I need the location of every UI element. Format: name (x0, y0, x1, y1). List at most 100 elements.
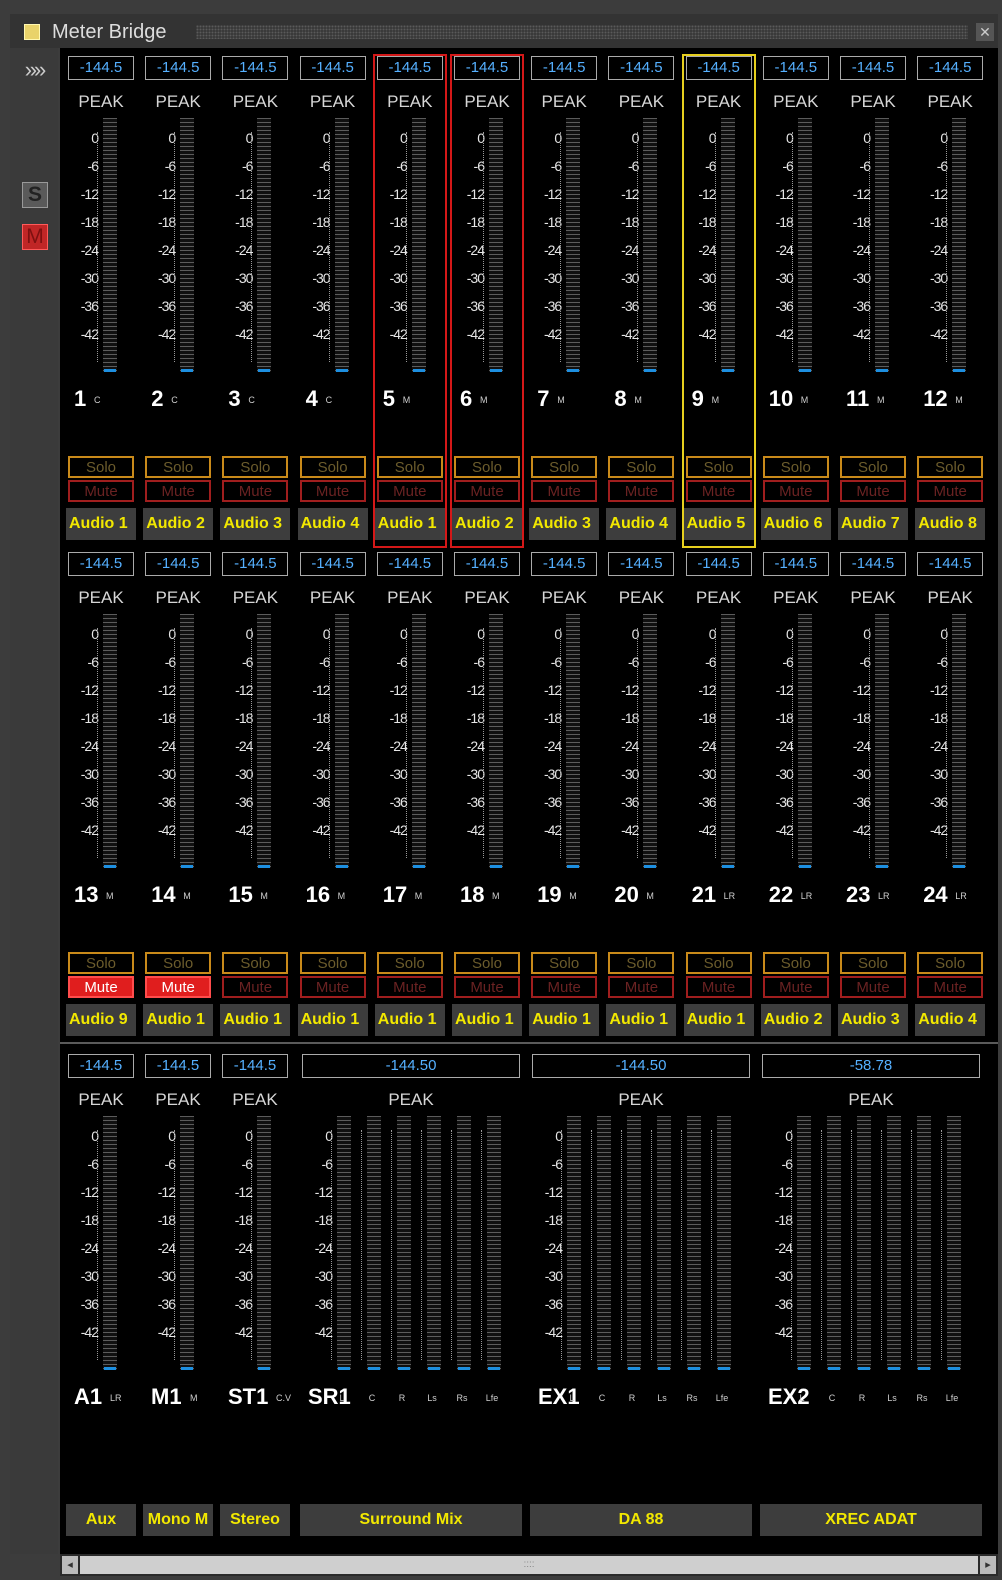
solo-button[interactable]: Solo (608, 952, 675, 974)
peak-value[interactable]: -144.5 (531, 552, 598, 576)
mute-button[interactable]: Mute (917, 480, 984, 502)
mute-button[interactable]: Mute (145, 480, 212, 502)
peak-value[interactable]: -144.5 (840, 552, 906, 576)
peak-value[interactable]: -144.5 (454, 552, 520, 576)
mute-button[interactable]: Mute (376, 480, 443, 502)
channel-name[interactable]: Audio 1 (220, 1004, 291, 1036)
mute-button[interactable]: Mute (531, 976, 598, 998)
horizontal-scrollbar[interactable]: ◂ :::: ▸ (60, 1554, 998, 1576)
channel-name[interactable]: Audio 4 (297, 508, 368, 540)
bus-name[interactable]: Stereo (220, 1504, 290, 1536)
mute-all-button[interactable]: M (22, 224, 48, 250)
solo-button[interactable]: Solo (840, 456, 906, 478)
solo-button[interactable]: Solo (917, 456, 984, 478)
peak-value[interactable]: -144.50 (302, 1054, 520, 1078)
solo-button[interactable]: Solo (68, 952, 134, 974)
solo-button[interactable]: Solo (762, 952, 829, 974)
peak-value[interactable]: -144.5 (840, 56, 906, 80)
mute-button[interactable]: Mute (145, 976, 212, 998)
mute-button[interactable]: Mute (222, 480, 289, 502)
channel-name[interactable]: Audio 1 (529, 1004, 600, 1036)
peak-value[interactable]: -144.5 (222, 56, 289, 80)
peak-value[interactable]: -144.5 (762, 552, 829, 576)
solo-button[interactable]: Solo (840, 952, 906, 974)
peak-value[interactable]: -144.5 (145, 1054, 211, 1078)
channel-name[interactable]: Audio 3 (220, 508, 291, 540)
solo-button[interactable]: Solo (917, 952, 984, 974)
mute-button[interactable]: Mute (68, 480, 134, 502)
scroll-thumb[interactable]: :::: (80, 1556, 978, 1574)
channel-name[interactable]: Audio 1 (143, 1004, 214, 1036)
channel-name[interactable]: Audio 7 (838, 508, 908, 540)
mute-button[interactable]: Mute (376, 976, 443, 998)
peak-value[interactable]: -144.5 (608, 56, 675, 80)
mute-button[interactable]: Mute (222, 976, 289, 998)
solo-button[interactable]: Solo (531, 952, 598, 974)
peak-value[interactable]: -144.5 (762, 56, 829, 80)
scroll-left-icon[interactable]: ◂ (62, 1556, 78, 1574)
solo-button[interactable]: Solo (685, 952, 752, 974)
solo-button[interactable]: Solo (762, 456, 829, 478)
bus-name[interactable]: DA 88 (530, 1504, 752, 1536)
mute-button[interactable]: Mute (454, 976, 520, 998)
peak-value[interactable]: -144.5 (145, 552, 212, 576)
bus-name[interactable]: Surround Mix (300, 1504, 522, 1536)
solo-button[interactable]: Solo (145, 456, 212, 478)
bus-name[interactable]: XREC ADAT (760, 1504, 982, 1536)
mute-button[interactable]: Mute (454, 480, 520, 502)
mute-button[interactable]: Mute (840, 976, 906, 998)
channel-name[interactable]: Audio 9 (66, 1004, 136, 1036)
bus-name[interactable]: Mono M (143, 1504, 213, 1536)
peak-value[interactable]: -58.78 (762, 1054, 980, 1078)
channel-name[interactable]: Audio 4 (606, 508, 677, 540)
solo-button[interactable]: Solo (145, 952, 212, 974)
mute-button[interactable]: Mute (685, 976, 752, 998)
solo-all-button[interactable]: S (22, 182, 48, 208)
peak-value[interactable]: -144.5 (917, 56, 984, 80)
channel-name[interactable]: Audio 1 (606, 1004, 677, 1036)
peak-value[interactable]: -144.50 (532, 1054, 750, 1078)
channel-name[interactable]: Audio 1 (683, 1004, 754, 1036)
solo-button[interactable]: Solo (68, 456, 134, 478)
expand-icon[interactable]: »» (18, 56, 50, 84)
peak-value[interactable]: -144.5 (454, 56, 520, 80)
peak-value[interactable]: -144.5 (299, 56, 366, 80)
channel-name[interactable]: Audio 5 (683, 508, 754, 540)
solo-button[interactable]: Solo (376, 952, 443, 974)
channel-name[interactable]: Audio 3 (529, 508, 600, 540)
mute-button[interactable]: Mute (608, 480, 675, 502)
mute-button[interactable]: Mute (68, 976, 134, 998)
title-bar[interactable]: Meter Bridge ✕ (10, 14, 998, 48)
channel-name[interactable]: Audio 3 (838, 1004, 908, 1036)
close-icon[interactable]: ✕ (976, 23, 994, 41)
channel-name[interactable]: Audio 1 (452, 1004, 522, 1036)
peak-value[interactable]: -144.5 (68, 552, 134, 576)
mute-button[interactable]: Mute (608, 976, 675, 998)
peak-value[interactable]: -144.5 (685, 56, 752, 80)
channel-name[interactable]: Audio 6 (760, 508, 831, 540)
peak-value[interactable]: -144.5 (685, 552, 752, 576)
solo-button[interactable]: Solo (299, 456, 366, 478)
solo-button[interactable]: Solo (454, 456, 520, 478)
solo-button[interactable]: Solo (608, 456, 675, 478)
title-grip[interactable] (196, 25, 968, 39)
peak-value[interactable]: -144.5 (531, 56, 598, 80)
mute-button[interactable]: Mute (762, 976, 829, 998)
solo-button[interactable]: Solo (299, 952, 366, 974)
channel-name[interactable]: Audio 1 (297, 1004, 368, 1036)
channel-name[interactable]: Audio 1 (374, 508, 445, 540)
solo-button[interactable]: Solo (685, 456, 752, 478)
peak-value[interactable]: -144.5 (68, 1054, 134, 1078)
channel-name[interactable]: Audio 2 (760, 1004, 831, 1036)
channel-name[interactable]: Audio 8 (915, 508, 986, 540)
channel-name[interactable]: Audio 2 (452, 508, 522, 540)
mute-button[interactable]: Mute (762, 480, 829, 502)
solo-button[interactable]: Solo (222, 952, 289, 974)
peak-value[interactable]: -144.5 (608, 552, 675, 576)
peak-value[interactable]: -144.5 (299, 552, 366, 576)
mute-button[interactable]: Mute (299, 480, 366, 502)
solo-button[interactable]: Solo (222, 456, 289, 478)
solo-button[interactable]: Solo (454, 952, 520, 974)
scroll-right-icon[interactable]: ▸ (980, 1556, 996, 1574)
channel-name[interactable]: Audio 1 (66, 508, 136, 540)
